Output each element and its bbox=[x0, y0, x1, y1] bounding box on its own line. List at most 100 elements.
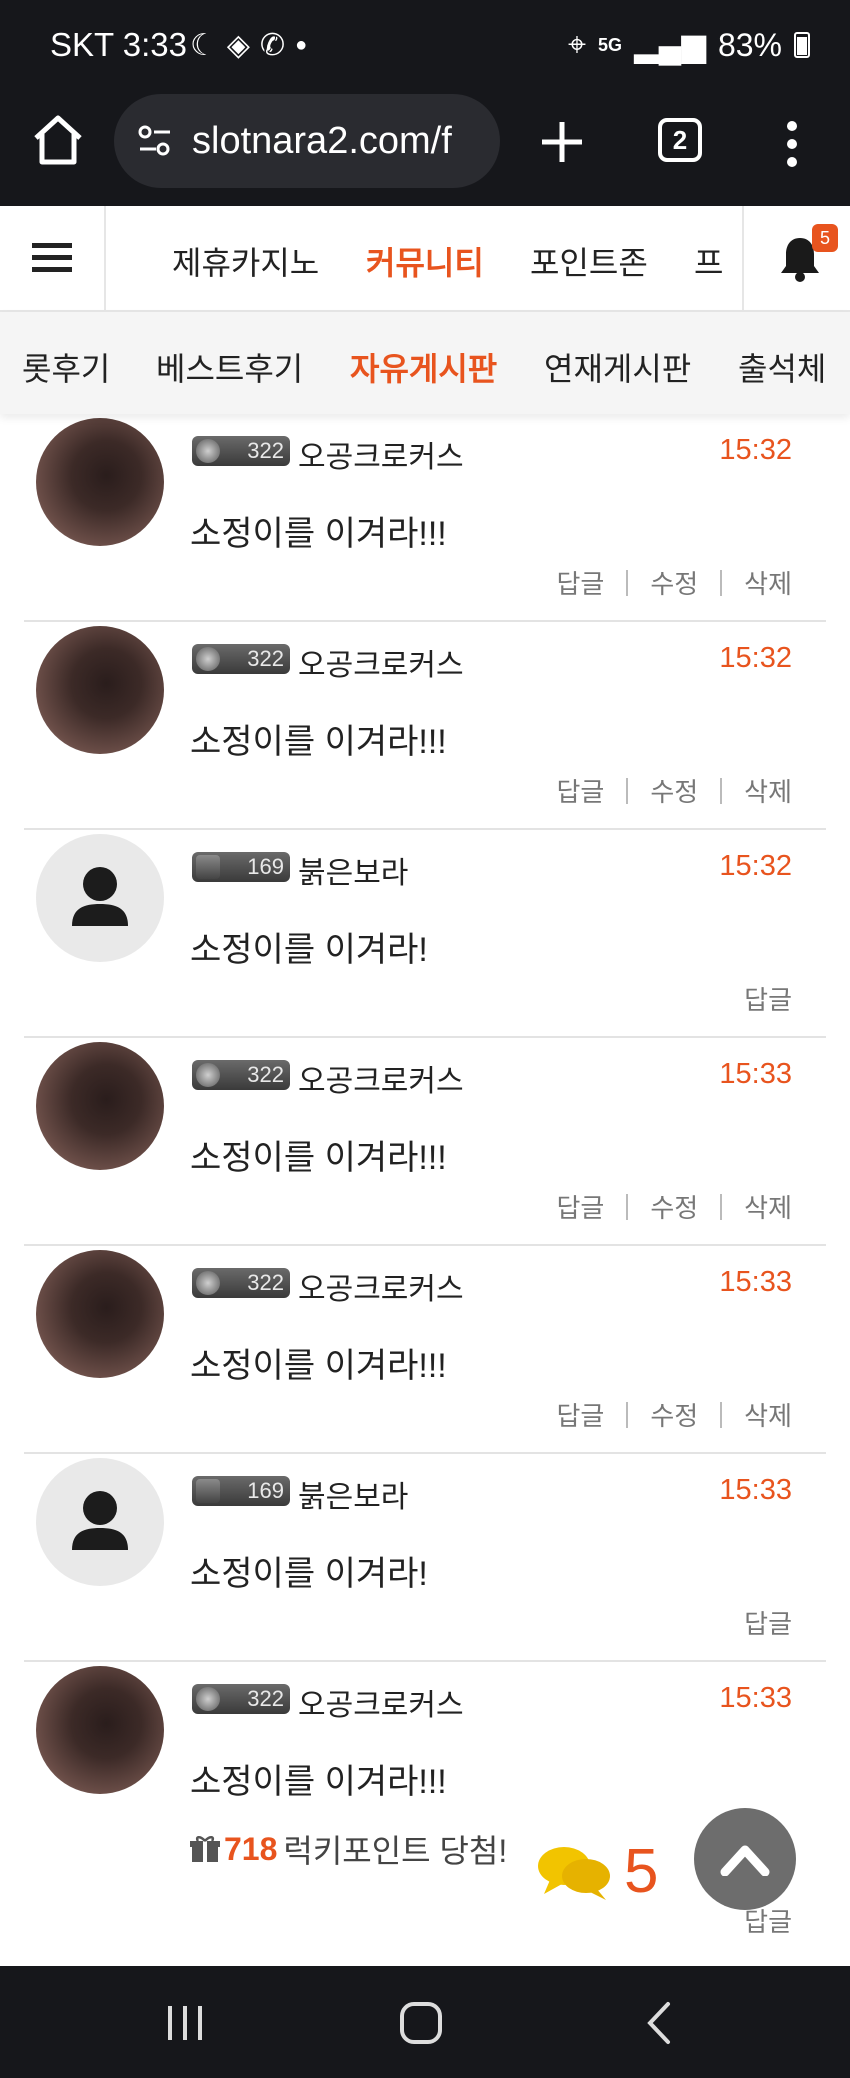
tab-switcher-button[interactable]: 2 bbox=[658, 118, 702, 162]
home-nav-icon[interactable] bbox=[396, 2000, 446, 2046]
comment-text: 소정이를 이겨라!!! bbox=[190, 723, 447, 761]
comment-item: 322 오공크로커스 15:32 소정이를 이겨라!!! 답글 수정 삭제 bbox=[24, 622, 826, 830]
avatar[interactable] bbox=[36, 1458, 164, 1586]
new-tab-icon[interactable] bbox=[536, 116, 588, 168]
sub-nav-attendance[interactable]: 출석체 bbox=[738, 344, 826, 390]
comment-author[interactable]: 오공크로커스 bbox=[298, 640, 464, 684]
comment-count-button[interactable]: 5 bbox=[536, 1836, 658, 1907]
reply-button[interactable]: 답글 bbox=[556, 1396, 604, 1433]
home-icon[interactable] bbox=[30, 112, 86, 168]
edit-button[interactable]: 수정 bbox=[650, 564, 698, 601]
status-notification-icons: ☾ ◈ ✆ ● bbox=[190, 28, 307, 63]
notification-button[interactable]: 5 bbox=[742, 206, 850, 310]
sub-nav-free-board[interactable]: 자유게시판 bbox=[350, 344, 497, 390]
comment-author[interactable]: 오공크로커스 bbox=[298, 1680, 464, 1724]
comment-actions: 답글 수정 삭제 bbox=[556, 564, 792, 601]
reply-button[interactable]: 답글 bbox=[556, 1188, 604, 1225]
more-options-icon[interactable] bbox=[776, 120, 808, 168]
delete-button[interactable]: 삭제 bbox=[744, 1396, 792, 1433]
edit-button[interactable]: 수정 bbox=[650, 772, 698, 809]
menu-icon bbox=[32, 243, 72, 272]
default-user-icon bbox=[72, 867, 128, 926]
address-bar[interactable]: slotnara2.com/f bbox=[114, 94, 500, 188]
reply-button[interactable]: 답글 bbox=[556, 564, 604, 601]
level-gem-icon bbox=[196, 439, 220, 463]
sub-nav-serial-board[interactable]: 연재게시판 bbox=[544, 344, 691, 390]
tab-count: 2 bbox=[672, 124, 688, 155]
comment-author[interactable]: 오공크로커스 bbox=[298, 1056, 464, 1100]
comment-actions: 답글 bbox=[744, 980, 792, 1017]
divider bbox=[720, 1401, 723, 1428]
board-sub-nav: 롯후기 베스트후기 자유게시판 연재게시판 출석체 bbox=[0, 312, 850, 414]
url-text[interactable]: slotnara2.com/f bbox=[192, 120, 452, 163]
browser-toolbar: slotnara2.com/f 2 bbox=[0, 88, 850, 206]
recent-apps-icon[interactable] bbox=[160, 2000, 210, 2046]
comment-author[interactable]: 오공크로커스 bbox=[298, 1264, 464, 1308]
divider bbox=[720, 777, 723, 804]
comment-text: 소정이를 이겨라! bbox=[190, 1555, 428, 1593]
level-number: 322 bbox=[247, 1062, 284, 1087]
delete-button[interactable]: 삭제 bbox=[744, 1188, 792, 1225]
level-gem-icon bbox=[196, 855, 220, 879]
comment-time: 15:33 bbox=[719, 1474, 792, 1506]
level-number: 322 bbox=[247, 1270, 284, 1295]
level-gem-icon bbox=[196, 1271, 220, 1295]
comment-author[interactable]: 붉은보라 bbox=[298, 1472, 408, 1516]
level-gem-icon bbox=[196, 1063, 220, 1087]
nav-item-community[interactable]: 커뮤니티 bbox=[366, 238, 484, 284]
scroll-top-button[interactable] bbox=[694, 1808, 796, 1910]
sub-nav-review[interactable]: 롯후기 bbox=[22, 344, 110, 390]
avatar[interactable] bbox=[36, 1250, 164, 1378]
sub-nav-best-review[interactable]: 베스트후기 bbox=[156, 344, 303, 390]
location-icon: ⌖ bbox=[568, 26, 587, 62]
delete-button[interactable]: 삭제 bbox=[744, 564, 792, 601]
lucky-points-value: 718 bbox=[224, 1830, 278, 1867]
nav-item-point-zone[interactable]: 포인트존 bbox=[530, 238, 648, 284]
hamburger-menu-button[interactable] bbox=[0, 206, 106, 310]
avatar[interactable] bbox=[36, 1042, 164, 1170]
comment-text: 소정이를 이겨라!!! bbox=[190, 1347, 447, 1385]
edit-button[interactable]: 수정 bbox=[650, 1396, 698, 1433]
site-main-nav: 제휴카지노 커뮤니티 포인트존 프 5 bbox=[0, 206, 850, 312]
system-nav-bar bbox=[0, 1966, 850, 2078]
avatar[interactable] bbox=[36, 418, 164, 546]
back-icon[interactable] bbox=[636, 2000, 686, 2046]
comment-actions: 답글 수정 삭제 bbox=[556, 1188, 792, 1225]
level-gem-icon bbox=[196, 1479, 220, 1503]
default-user-icon bbox=[72, 1491, 128, 1550]
delete-button[interactable]: 삭제 bbox=[744, 772, 792, 809]
divider bbox=[720, 569, 723, 596]
comment-item: 322 오공크로커스 15:33 소정이를 이겨라!!! 718 럭키포인트 당… bbox=[24, 1662, 826, 1980]
comment-text: 소정이를 이겨라! bbox=[190, 931, 428, 969]
pill-icon: ◈ bbox=[226, 29, 250, 62]
avatar[interactable] bbox=[36, 626, 164, 754]
status-time: SKT 3:33 bbox=[50, 26, 187, 63]
reply-button[interactable]: 답글 bbox=[556, 772, 604, 809]
reply-button[interactable]: 답글 bbox=[744, 1604, 792, 1641]
site-settings-icon[interactable] bbox=[136, 122, 174, 160]
status-system-icons: ⌖ 5G ▂▄▆ 83% bbox=[568, 26, 810, 64]
level-gem-icon bbox=[196, 1687, 220, 1711]
edit-button[interactable]: 수정 bbox=[650, 1188, 698, 1225]
reply-button[interactable]: 답글 bbox=[744, 980, 792, 1017]
comment-item: 322 오공크로커스 15:33 소정이를 이겨라!!! 답글 수정 삭제 bbox=[24, 1038, 826, 1246]
level-badge: 322 bbox=[192, 1268, 290, 1298]
comment-time: 15:33 bbox=[719, 1058, 792, 1090]
divider bbox=[626, 569, 629, 596]
level-number: 169 bbox=[247, 854, 284, 879]
divider bbox=[626, 1401, 629, 1428]
comment-author[interactable]: 오공크로커스 bbox=[298, 432, 464, 476]
comment-item: 169 붉은보라 15:33 소정이를 이겨라! 답글 bbox=[24, 1454, 826, 1662]
level-number: 322 bbox=[247, 646, 284, 671]
comment-time: 15:33 bbox=[719, 1266, 792, 1298]
moon-icon: ☾ bbox=[190, 29, 217, 62]
chat-bubbles-icon bbox=[538, 1846, 610, 1900]
comment-actions: 답글 수정 삭제 bbox=[556, 772, 792, 809]
nav-item-more[interactable]: 프 bbox=[694, 238, 723, 284]
avatar[interactable] bbox=[36, 834, 164, 962]
avatar[interactable] bbox=[36, 1666, 164, 1794]
comment-author[interactable]: 붉은보라 bbox=[298, 848, 408, 892]
level-number: 322 bbox=[247, 438, 284, 463]
comment-count: 5 bbox=[624, 1837, 659, 1906]
nav-item-partner-casino[interactable]: 제휴카지노 bbox=[172, 238, 319, 284]
